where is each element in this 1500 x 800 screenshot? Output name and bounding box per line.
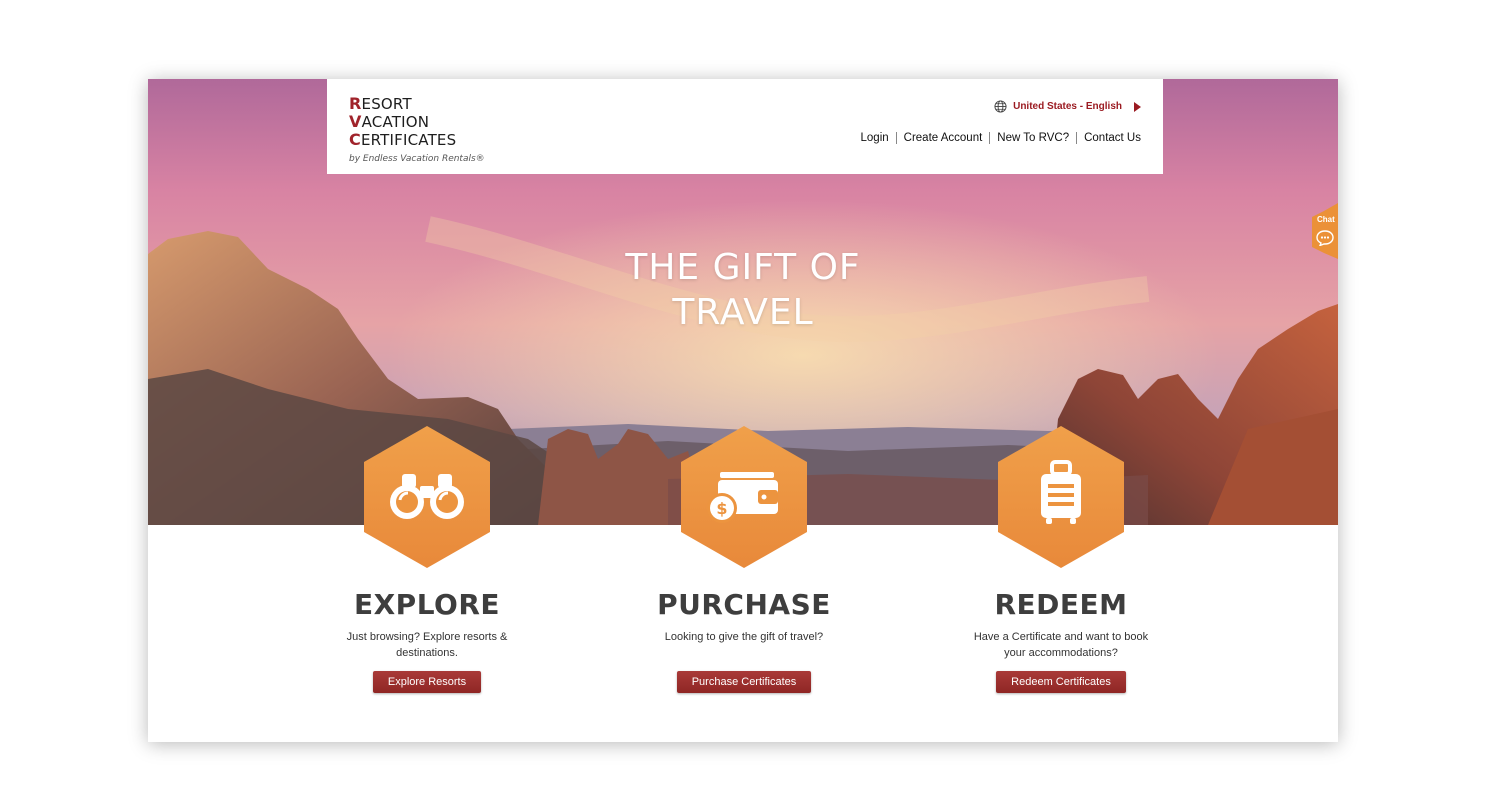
explore-description: Just browsing? Explore resorts & destina… [346, 631, 508, 659]
nav-divider [1076, 132, 1078, 144]
wallet-dollar-icon: $ [707, 472, 778, 523]
purchase-hexagon: $ [678, 424, 810, 570]
hero-headline-line2: TRAVEL [672, 292, 814, 333]
logo-word-vacation: ACATION [361, 113, 430, 131]
explore-title: EXPLORE [353, 588, 501, 621]
nav-create-account-link[interactable]: Create Account [904, 132, 983, 144]
purchase-card: $ PURCHASE Looking to give the gift of t… [614, 424, 874, 693]
logo-letter-v: V [349, 112, 362, 131]
site-header: RESORT VACATION CERTIFICATES by Endless … [327, 79, 1163, 174]
logo-letter-c: C [349, 130, 361, 149]
play-arrow-icon [1134, 101, 1141, 112]
explore-resorts-button[interactable]: Explore Resorts [372, 671, 482, 693]
purchase-certificates-button[interactable]: Purchase Certificates [676, 671, 812, 693]
nav-divider [989, 132, 991, 144]
purchase-title: PURCHASE [657, 588, 831, 621]
redeem-description: Have a Certificate and want to book your… [973, 631, 1149, 659]
suitcase-icon [1041, 460, 1081, 524]
nav-new-to-rvc-link[interactable]: New To RVC? [997, 132, 1069, 144]
logo-word-certificates: ERTIFICATES [360, 131, 457, 149]
redeem-card: REDEEM Have a Certificate and want to bo… [931, 424, 1191, 693]
purchase-description: Looking to give the gift of travel? [664, 631, 824, 643]
nav-divider [895, 132, 897, 144]
locale-label: United States - English [1013, 101, 1122, 112]
locale-selector[interactable]: United States - English [994, 100, 1141, 113]
rvc-logo[interactable]: RESORT VACATION CERTIFICATES by Endless … [349, 95, 485, 168]
binoculars-icon [390, 474, 464, 519]
redeem-hexagon [995, 424, 1127, 570]
browser-viewport: RESORT VACATION CERTIFICATES by Endless … [148, 79, 1338, 742]
nav-contact-us-link[interactable]: Contact Us [1084, 132, 1141, 144]
redeem-certificates-button[interactable]: Redeem Certificates [996, 671, 1126, 693]
svg-text:$: $ [716, 499, 727, 518]
chat-label: Chat [1317, 215, 1335, 224]
explore-card: EXPLORE Just browsing? Explore resorts &… [297, 424, 557, 693]
logo-letter-r: R [349, 94, 362, 113]
hero-headline-line1: THE GIFT OF [625, 247, 861, 288]
logo-tagline: by Endless Vacation Rentals® [349, 154, 485, 164]
top-nav: Login Create Account New To RVC? Contact… [861, 132, 1141, 144]
redeem-title: REDEEM [994, 588, 1128, 621]
explore-hexagon [361, 424, 493, 570]
chat-bubble-icon [1316, 230, 1334, 246]
chat-tab[interactable]: Chat [1312, 203, 1338, 259]
nav-login-link[interactable]: Login [861, 132, 889, 144]
logo-word-resort: ESORT [361, 95, 412, 113]
globe-icon [994, 100, 1007, 113]
hero-headline: THE GIFT OF TRAVEL [148, 245, 1338, 335]
